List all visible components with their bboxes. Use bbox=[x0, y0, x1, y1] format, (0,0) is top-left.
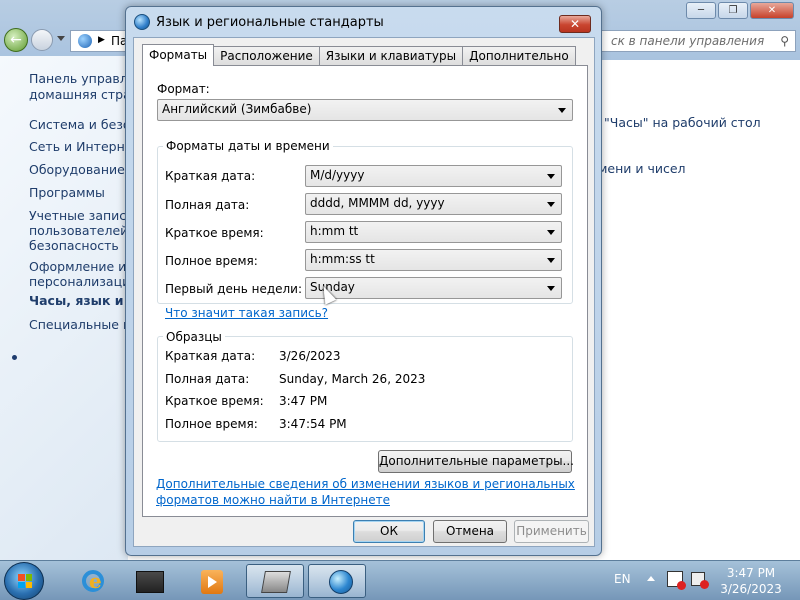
tab-keyboards-languages[interactable]: Языки и клавиатуры bbox=[318, 46, 464, 66]
long-time-select[interactable]: h:mm:ss tt bbox=[305, 249, 562, 271]
long-date-select[interactable]: dddd, MMMM dd, yyyy bbox=[305, 193, 562, 215]
dialog-titlebar: Язык и региональные стандарты bbox=[134, 12, 384, 32]
taskbar: e EN 3:47 PM 3/26/2023 bbox=[0, 560, 800, 600]
sidebar-item-user-accounts[interactable]: Учетные записи bbox=[29, 208, 134, 224]
search-icon[interactable]: ⚲ bbox=[780, 34, 789, 48]
control-panel-icon bbox=[261, 571, 291, 593]
format-select-value: Английский (Зимбабве) bbox=[162, 102, 312, 116]
dialog-close-button[interactable]: ✕ bbox=[559, 15, 591, 33]
explorer-taskbar-button[interactable] bbox=[122, 564, 180, 598]
globe-clock-icon bbox=[329, 570, 353, 594]
first-day-label: Первый день недели: bbox=[165, 282, 303, 296]
dialog-body: Форматы Расположение Языки и клавиатуры … bbox=[133, 37, 595, 547]
current-item-bullet bbox=[12, 355, 17, 360]
format-select[interactable]: Английский (Зимбабве) bbox=[157, 99, 573, 121]
windows-logo-icon bbox=[18, 574, 32, 588]
start-button[interactable] bbox=[4, 562, 44, 600]
chevron-down-icon bbox=[547, 174, 555, 179]
apply-button[interactable]: Применить bbox=[514, 520, 589, 543]
media-player-taskbar-button[interactable] bbox=[182, 564, 240, 598]
recent-pages-dropdown[interactable] bbox=[57, 36, 65, 41]
sample-short-time-label: Краткое время: bbox=[165, 394, 264, 408]
gadget-clock-link[interactable]: "Часы" на рабочий стол bbox=[604, 115, 761, 130]
long-time-value: h:mm:ss tt bbox=[310, 252, 375, 266]
sample-short-date-label: Краткая дата: bbox=[165, 349, 256, 363]
cancel-button[interactable]: Отмена bbox=[433, 520, 507, 543]
sidebar-item-network[interactable]: Сеть и Интернет bbox=[29, 139, 140, 155]
sample-long-time-label: Полное время: bbox=[165, 417, 258, 431]
control-panel-icon bbox=[78, 34, 92, 48]
short-date-value: M/d/yyyy bbox=[310, 168, 365, 182]
globe-icon bbox=[134, 14, 150, 30]
short-time-value: h:mm tt bbox=[310, 224, 359, 238]
clock-time: 3:47 PM bbox=[726, 566, 776, 580]
chevron-down-icon bbox=[558, 108, 566, 113]
show-hidden-icons-icon[interactable] bbox=[647, 576, 655, 581]
chevron-down-icon bbox=[547, 286, 555, 291]
long-date-value: dddd, MMMM dd, yyyy bbox=[310, 196, 445, 210]
short-time-select[interactable]: h:mm tt bbox=[305, 221, 562, 243]
formats-tab-panel: Формат: Английский (Зимбабве) Форматы да… bbox=[142, 65, 588, 517]
sample-short-date-value: 3/26/2023 bbox=[279, 349, 341, 363]
maximize-button[interactable]: ❐ bbox=[718, 2, 748, 19]
left-navigation-pane: Панель управлен домашняя страни Система … bbox=[0, 56, 152, 560]
date-number-format-link[interactable]: мени и чисел bbox=[598, 161, 686, 176]
sample-short-time-value: 3:47 PM bbox=[279, 394, 328, 408]
short-date-label: Краткая дата: bbox=[165, 169, 256, 183]
samples-group-title: Образцы bbox=[163, 330, 225, 344]
region-language-taskbar-button[interactable] bbox=[308, 564, 366, 598]
sidebar-item-user-accounts-cont[interactable]: пользователей и bbox=[29, 223, 140, 239]
chevron-down-icon bbox=[547, 258, 555, 263]
sidebar-item-programs[interactable]: Программы bbox=[29, 185, 105, 201]
minimize-button[interactable]: ─ bbox=[686, 2, 716, 19]
sidebar-item-appearance[interactable]: Оформление и bbox=[29, 259, 126, 275]
breadcrumb-arrow-icon[interactable]: ▶ bbox=[98, 35, 105, 45]
ie-letter-icon: e bbox=[89, 569, 102, 593]
ok-button[interactable]: ОК bbox=[353, 520, 425, 543]
action-center-icon[interactable] bbox=[667, 571, 686, 590]
sidebar-item-appearance-cont[interactable]: персонализация bbox=[29, 274, 138, 290]
long-date-label: Полная дата: bbox=[165, 198, 250, 212]
first-day-select[interactable]: Sunday bbox=[305, 277, 562, 299]
long-time-label: Полное время: bbox=[165, 254, 258, 268]
system-clock[interactable]: 3:47 PM 3/26/2023 bbox=[716, 565, 786, 597]
region-language-dialog: Язык и региональные стандарты ✕ Форматы … bbox=[125, 6, 602, 556]
sample-long-date-label: Полная дата: bbox=[165, 372, 250, 386]
clock-date: 3/26/2023 bbox=[720, 582, 782, 596]
search-input[interactable]: ск в панели управления ⚲ bbox=[600, 30, 796, 52]
sample-long-date-value: Sunday, March 26, 2023 bbox=[279, 372, 426, 386]
folder-icon bbox=[136, 571, 164, 593]
control-panel-taskbar-button[interactable] bbox=[246, 564, 304, 598]
datetime-group-title: Форматы даты и времени bbox=[163, 139, 333, 153]
sidebar-item-user-accounts-cont2[interactable]: безопасность bbox=[29, 238, 119, 254]
chevron-down-icon bbox=[547, 202, 555, 207]
tab-location[interactable]: Расположение bbox=[213, 46, 320, 66]
short-date-select[interactable]: M/d/yyyy bbox=[305, 165, 562, 187]
volume-icon[interactable] bbox=[691, 572, 709, 589]
dialog-title: Язык и региональные стандарты bbox=[156, 14, 384, 30]
tab-administrative[interactable]: Дополнительно bbox=[462, 46, 576, 66]
format-label: Формат: bbox=[157, 82, 210, 96]
info-link-line2[interactable]: форматов можно найти в Интернете bbox=[156, 493, 390, 507]
sample-long-time-value: 3:47:54 PM bbox=[279, 417, 347, 431]
back-button[interactable]: ← bbox=[4, 28, 28, 52]
short-time-label: Краткое время: bbox=[165, 226, 264, 240]
additional-settings-button[interactable]: Дополнительные параметры... bbox=[378, 450, 574, 473]
tab-formats[interactable]: Форматы bbox=[142, 44, 215, 66]
language-indicator[interactable]: EN bbox=[614, 572, 631, 586]
internet-explorer-taskbar-button[interactable]: e bbox=[62, 564, 120, 598]
forward-button[interactable] bbox=[31, 29, 53, 51]
notation-help-link[interactable]: Что значит такая запись? bbox=[165, 306, 328, 320]
window-controls: ─ ❐ ✕ bbox=[686, 2, 794, 19]
info-link-line1[interactable]: Дополнительные сведения об изменении язы… bbox=[156, 477, 575, 491]
search-placeholder: ск в панели управления bbox=[611, 34, 765, 48]
chevron-down-icon bbox=[547, 230, 555, 235]
media-player-icon bbox=[201, 570, 223, 594]
close-button[interactable]: ✕ bbox=[750, 2, 794, 19]
tab-strip: Форматы Расположение Языки и клавиатуры … bbox=[142, 44, 576, 66]
